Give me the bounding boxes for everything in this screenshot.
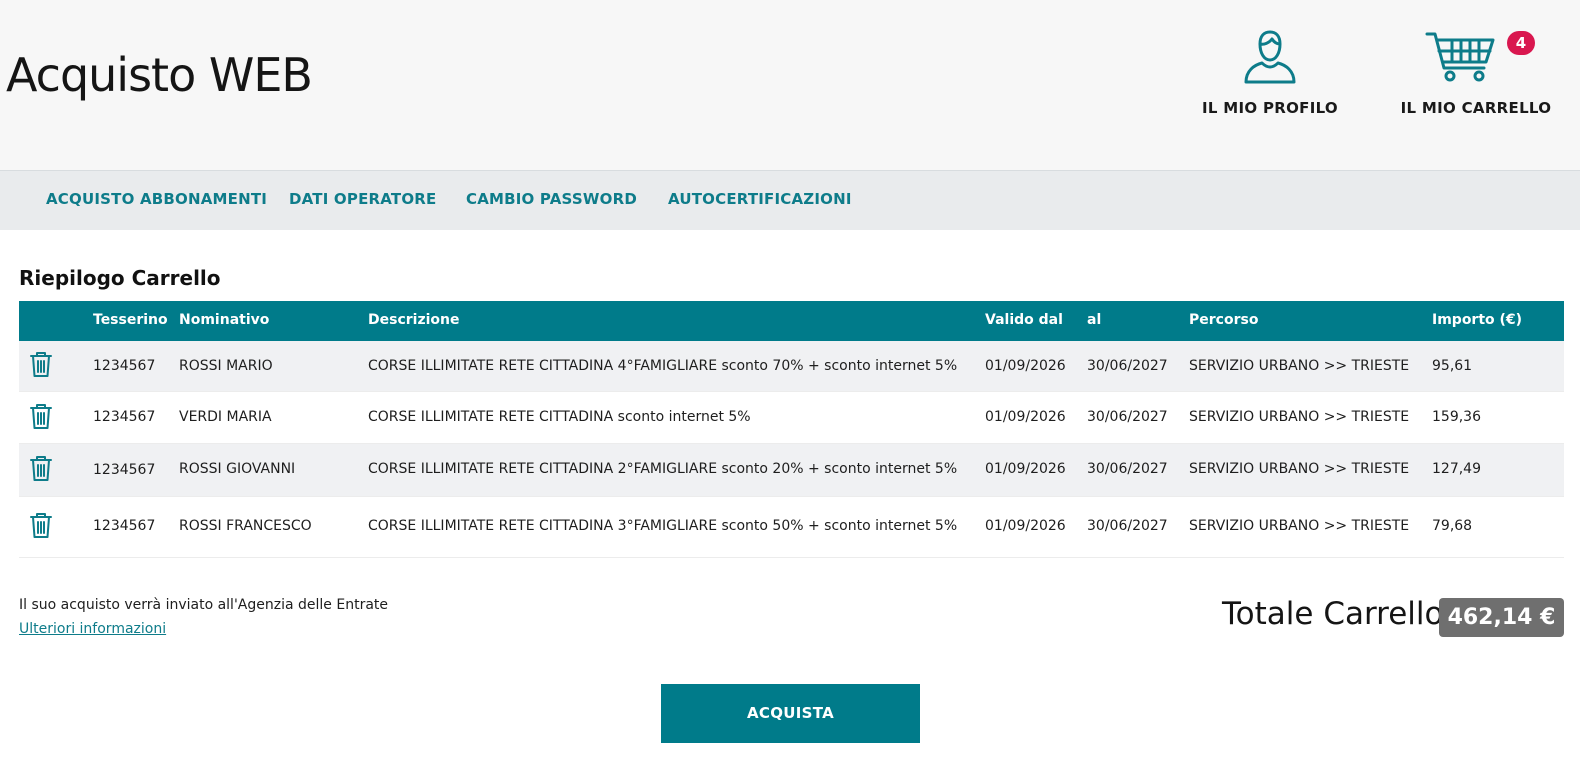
cart-total-label: Totale Carrello (1222, 596, 1444, 632)
table-row: 1234567 ROSSI GIOVANNI CORSE ILLIMITATE … (19, 444, 1564, 497)
cell-importo: 95,61 (1432, 358, 1473, 374)
cell-descrizione: CORSE ILLIMITATE RETE CITTADINA 2°FAMIGL… (368, 461, 958, 477)
buy-button[interactable]: ACQUISTA (661, 684, 920, 743)
cell-valido-dal: 01/09/2026 (985, 461, 1066, 477)
cell-importo: 79,68 (1432, 518, 1473, 534)
cell-valido-dal: 01/09/2026 (985, 358, 1066, 374)
cell-al: 30/06/2027 (1087, 518, 1168, 534)
trash-icon[interactable] (29, 351, 53, 378)
col-header-nominativo: Nominativo (179, 312, 270, 328)
cell-importo: 127,49 (1432, 461, 1481, 477)
cart-label: IL MIO CARRELLO (1400, 99, 1552, 117)
nav-autocertificazioni[interactable]: AUTOCERTIFICAZIONI (668, 190, 852, 208)
tax-agency-note: Il suo acquisto verrà inviato all'Agenzi… (19, 597, 389, 613)
profile-label: IL MIO PROFILO (1202, 99, 1338, 117)
nav-acquisto-abbonamenti[interactable]: ACQUISTO ABBONAMENTI (46, 190, 267, 208)
col-header-descrizione: Descrizione (368, 312, 460, 328)
cell-tesserino: 1234567 (93, 518, 156, 534)
cell-al: 30/06/2027 (1087, 461, 1168, 477)
trash-icon[interactable] (29, 455, 53, 482)
col-header-importo: Importo (€) (1432, 312, 1523, 328)
cell-tesserino: 1234567 (93, 462, 156, 478)
cell-percorso: SERVIZIO URBANO >> TRIESTE (1189, 518, 1410, 534)
cell-descrizione: CORSE ILLIMITATE RETE CITTADINA sconto i… (368, 409, 751, 425)
table-row: 1234567 VERDI MARIA CORSE ILLIMITATE RET… (19, 392, 1564, 444)
cart-button[interactable]: 4 IL MIO CARRELLO (1397, 28, 1555, 124)
cart-total-value: 462,14 € (1439, 598, 1564, 637)
cell-importo: 159,36 (1432, 409, 1481, 425)
cell-nominativo: ROSSI MARIO (179, 358, 273, 374)
col-header-al: al (1087, 312, 1102, 328)
cell-nominativo: ROSSI FRANCESCO (179, 518, 312, 534)
cell-percorso: SERVIZIO URBANO >> TRIESTE (1189, 461, 1410, 477)
col-header-tesserino: Tesserino (93, 312, 168, 328)
nav-cambio-password[interactable]: CAMBIO PASSWORD (466, 190, 637, 208)
more-info-link[interactable]: Ulteriori informazioni (19, 621, 166, 637)
cell-al: 30/06/2027 (1087, 358, 1168, 374)
col-header-valido-dal: Valido dal (985, 312, 1063, 328)
table-row: 1234567 ROSSI FRANCESCO CORSE ILLIMITATE… (19, 497, 1564, 558)
cell-nominativo: VERDI MARIA (179, 409, 272, 425)
cell-percorso: SERVIZIO URBANO >> TRIESTE (1189, 409, 1410, 425)
main-nav: ACQUISTO ABBONAMENTI DATI OPERATORE CAMB… (0, 170, 1580, 230)
user-icon (1244, 30, 1296, 84)
col-header-percorso: Percorso (1189, 312, 1259, 328)
cell-tesserino: 1234567 (93, 358, 156, 374)
table-header: Tesserino Nominativo Descrizione Valido … (19, 301, 1564, 341)
cart-count-badge: 4 (1507, 31, 1535, 55)
cell-nominativo: ROSSI GIOVANNI (179, 461, 296, 477)
app-title: Acquisto WEB (6, 48, 313, 102)
profile-button[interactable]: IL MIO PROFILO (1195, 28, 1345, 124)
table-row: 1234567 ROSSI MARIO CORSE ILLIMITATE RET… (19, 341, 1564, 392)
trash-icon[interactable] (29, 512, 53, 539)
cart-table: Tesserino Nominativo Descrizione Valido … (19, 301, 1564, 558)
cart-summary-title: Riepilogo Carrello (19, 266, 221, 290)
page-header: Acquisto WEB IL MIO PROFILO 4 IL MIO CAR… (0, 0, 1580, 170)
cell-descrizione: CORSE ILLIMITATE RETE CITTADINA 3°FAMIGL… (368, 518, 958, 534)
trash-icon[interactable] (29, 403, 53, 430)
cell-descrizione: CORSE ILLIMITATE RETE CITTADINA 4°FAMIGL… (368, 358, 958, 374)
shopping-cart-icon (1425, 32, 1495, 82)
cell-valido-dal: 01/09/2026 (985, 518, 1066, 534)
nav-dati-operatore[interactable]: DATI OPERATORE (289, 190, 437, 208)
cell-tesserino: 1234567 (93, 409, 156, 425)
cell-percorso: SERVIZIO URBANO >> TRIESTE (1189, 358, 1410, 374)
cell-al: 30/06/2027 (1087, 409, 1168, 425)
cell-valido-dal: 01/09/2026 (985, 409, 1066, 425)
